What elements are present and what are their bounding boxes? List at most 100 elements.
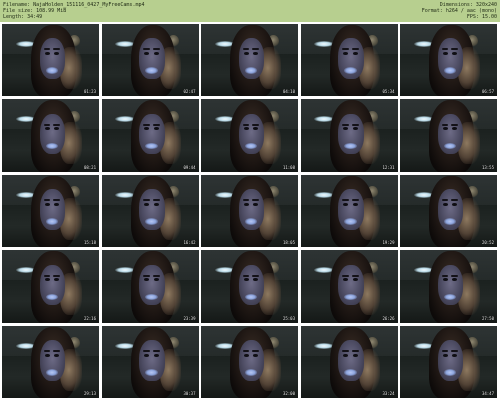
video-thumbnail[interactable]: 01:23 (2, 23, 99, 96)
thumbnail-left-brow (441, 274, 449, 277)
thumbnail-left-eye (343, 202, 349, 206)
video-thumbnail[interactable]: 05:34 (300, 23, 398, 96)
thumbnail-right-eye (153, 51, 159, 55)
timestamp-label: 33:24 (382, 391, 395, 396)
video-thumbnail[interactable]: 06:57 (400, 23, 497, 96)
thumbnail-lips (45, 142, 59, 150)
thumbnail-lips (443, 142, 457, 150)
video-thumbnail[interactable]: 11:08 (201, 99, 298, 172)
video-thumbnail[interactable]: 23:39 (101, 250, 199, 323)
timestamp-label: 25:03 (282, 315, 295, 321)
thumbnail-left-eye (243, 353, 249, 357)
video-thumbnail[interactable]: 27:50 (400, 250, 497, 323)
thumbnail-left-brow (441, 123, 449, 126)
thumbnail-right-brow (351, 199, 359, 202)
thumbnail-right-brow (53, 274, 61, 277)
timestamp-label: 20:52 (481, 240, 494, 245)
timestamp-label: 23:39 (183, 315, 196, 321)
video-thumbnail[interactable]: 13:55 (400, 99, 497, 172)
thumbnail-lips (145, 369, 158, 376)
thumbnail-left-brow (242, 199, 250, 202)
timestamp-label: 12:31 (382, 164, 395, 170)
video-thumbnail[interactable]: 02:47 (101, 23, 199, 96)
thumbnail-left-eye (442, 51, 448, 55)
thumbnail-left-brow (342, 123, 349, 126)
thumbnail-lips (344, 218, 357, 225)
timestamp-label: 22:16 (83, 315, 96, 321)
timestamp-label: 11:08 (282, 164, 295, 170)
thumbnail-left-eye (243, 202, 249, 206)
video-thumbnail[interactable]: 26:26 (300, 250, 398, 323)
thumbnail-left-eye (243, 51, 249, 55)
thumbnail-right-brow (351, 123, 359, 126)
timestamp-label: 06:57 (481, 89, 494, 94)
thumbnail-left-brow (143, 274, 150, 277)
timestamp-label: 01:23 (83, 89, 96, 94)
thumbnail-left-eye (144, 353, 150, 357)
thumbnail-right-eye (54, 51, 60, 55)
video-thumbnail[interactable]: 20:52 (400, 174, 497, 247)
timestamp-label: 29:13 (83, 391, 96, 396)
timestamp-label: 26:26 (382, 315, 395, 321)
thumbnail-left-eye (442, 202, 448, 206)
thumbnail-right-eye (54, 353, 60, 357)
thumbnail-left-brow (143, 350, 150, 353)
thumbnail-lips (145, 293, 158, 301)
thumbnail-left-brow (441, 199, 449, 202)
video-thumbnail[interactable]: 33:24 (300, 325, 398, 398)
video-thumbnail[interactable]: 04:10 (201, 23, 298, 96)
thumbnail-right-brow (252, 48, 260, 51)
video-thumbnail[interactable]: 19:29 (300, 174, 398, 247)
video-thumbnail[interactable]: 12:31 (300, 99, 398, 172)
thumbnail-left-eye (44, 353, 50, 357)
thumbnail-right-brow (152, 48, 160, 51)
thumbnail-left-eye (144, 51, 150, 55)
thumbnail-right-brow (451, 123, 459, 126)
thumbnail-left-brow (441, 350, 449, 353)
thumbnail-right-eye (452, 202, 458, 206)
thumbnail-right-eye (54, 202, 60, 206)
thumbnail-right-eye (153, 202, 159, 206)
thumbnail-right-eye (153, 353, 159, 357)
thumbnail-lips (244, 218, 258, 225)
video-thumbnail[interactable]: 32:00 (201, 325, 298, 398)
thumbnail-left-brow (242, 350, 250, 353)
thumbnail-lips (244, 67, 258, 74)
thumbnail-left-brow (441, 48, 449, 51)
thumbnail-right-brow (451, 48, 459, 51)
thumbnail-lips (244, 369, 258, 376)
thumbnail-lips (344, 369, 357, 376)
timestamp-label: 04:10 (282, 89, 295, 94)
thumbnail-lips (344, 293, 357, 301)
thumbnail-left-brow (342, 199, 349, 202)
thumbnail-left-brow (342, 274, 349, 277)
thumbnail-lips (244, 293, 258, 301)
thumbnail-lips (344, 142, 357, 150)
thumbnail-left-brow (43, 199, 51, 202)
thumbnail-right-brow (252, 274, 260, 277)
video-thumbnail[interactable]: 29:13 (2, 325, 99, 398)
thumbnail-right-eye (253, 51, 259, 55)
thumbnail-lips (443, 218, 457, 225)
video-thumbnail[interactable]: 22:16 (2, 250, 99, 323)
video-thumbnail[interactable]: 18:05 (201, 174, 298, 247)
thumbnail-right-brow (351, 350, 359, 353)
video-thumbnail[interactable]: 15:18 (2, 174, 99, 247)
thumbnail-right-brow (152, 199, 160, 202)
thumbnail-right-brow (53, 350, 61, 353)
timestamp-label: 32:00 (282, 391, 295, 396)
video-thumbnail[interactable]: 09:44 (101, 99, 199, 172)
video-thumbnail[interactable]: 08:21 (2, 99, 99, 172)
video-thumbnail[interactable]: 16:42 (101, 174, 199, 247)
thumbnail-left-eye (144, 202, 150, 206)
thumbnail-grid: 01:23 02:47 04:10 05:34 06:57 08:21 09:44 11:08… (1, 22, 499, 400)
video-thumbnail[interactable]: 25:03 (201, 250, 298, 323)
thumbnail-right-eye (253, 353, 259, 357)
thumbnail-right-brow (351, 48, 359, 51)
thumbnail-left-brow (342, 350, 349, 353)
video-thumbnail[interactable]: 34:47 (400, 325, 497, 398)
video-thumbnail[interactable]: 30:37 (101, 325, 199, 398)
timestamp-label: 08:21 (83, 164, 96, 170)
thumbnail-left-brow (143, 123, 150, 126)
timestamp-label: 05:34 (382, 89, 395, 94)
